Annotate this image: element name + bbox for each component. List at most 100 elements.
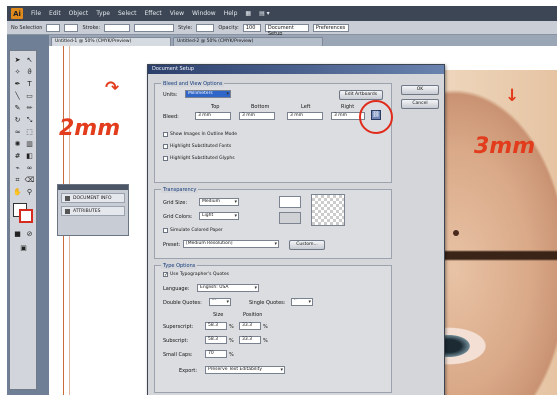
ok-button[interactable]: OK xyxy=(401,85,439,95)
menu-select[interactable]: Select xyxy=(118,10,137,17)
symbol-sprayer-tool-icon[interactable]: ✺ xyxy=(12,139,23,149)
panel-header[interactable] xyxy=(58,185,128,190)
panel-item-document-info[interactable]: DOCUMENT INFO xyxy=(61,193,125,203)
export-dropdown[interactable]: Preserve Text Editability xyxy=(205,366,285,374)
floating-panel: DOCUMENT INFO ATTRIBUTES xyxy=(57,184,129,236)
menu-edit[interactable]: Edit xyxy=(49,10,61,17)
stroke-swatch[interactable] xyxy=(64,23,79,32)
document-tab-bar: Untitled-1 @ 50% (CMYK/Preview) Untitled… xyxy=(49,35,557,46)
menu-file[interactable]: File xyxy=(31,10,41,17)
language-dropdown[interactable]: English: USA xyxy=(197,284,259,292)
workspace-switcher-icon[interactable]: ▤ ▾ xyxy=(259,10,270,17)
small-caps-field[interactable]: 70 xyxy=(205,350,227,358)
stroke-weight-field[interactable] xyxy=(104,23,131,32)
none-mode-icon[interactable]: ⊘ xyxy=(24,229,35,239)
control-bar: No Selection Stroke: Style: Opacity: 100… xyxy=(7,21,557,37)
grid-colors-dropdown[interactable]: Light xyxy=(199,212,239,220)
fill-swatch[interactable] xyxy=(46,23,61,32)
subscript-position-field[interactable]: 33.3 xyxy=(239,336,261,344)
screen-mode-icon[interactable]: ▣ xyxy=(18,243,29,253)
superscript-label: Superscript: xyxy=(163,324,194,330)
subscript-label: Subscript: xyxy=(163,338,189,344)
type-options-group: Type Options Use Typographer's Quotes La… xyxy=(154,263,392,393)
type-tool-icon[interactable]: T xyxy=(24,79,35,89)
menu-object[interactable]: Object xyxy=(69,10,89,17)
stroke-color-swatch[interactable] xyxy=(19,209,33,223)
grid-color-swatch-1[interactable] xyxy=(279,196,301,208)
typographers-quotes-checkbox[interactable]: Use Typographer's Quotes xyxy=(163,272,229,277)
line-tool-icon[interactable]: ╲ xyxy=(12,91,23,101)
hand-tool-icon[interactable]: ✋ xyxy=(12,187,23,197)
bleed-top-field[interactable]: 3 mm xyxy=(195,112,231,120)
menu-window[interactable]: Window xyxy=(192,10,216,17)
bleed-left-field[interactable]: 3 mm xyxy=(287,112,323,120)
grid-size-dropdown[interactable]: Medium xyxy=(199,198,239,206)
direct-selection-tool-icon[interactable]: ↖ xyxy=(24,55,35,65)
left-label: Left xyxy=(301,104,311,110)
menu-type[interactable]: Type xyxy=(96,10,110,17)
edit-artboards-button[interactable]: Edit Artboards xyxy=(339,90,383,100)
menu-help[interactable]: Help xyxy=(224,10,238,17)
eyedropper-tool-icon[interactable]: ⌁ xyxy=(12,163,23,173)
highlight-glyphs-checkbox[interactable]: Highlight Substituted Glyphs xyxy=(163,156,235,161)
gradient-tool-icon[interactable]: ◧ xyxy=(24,151,35,161)
annotation-arrow-left: ↷ xyxy=(105,78,120,98)
annotation-3mm: 3mm xyxy=(474,134,536,159)
double-quotes-dropdown[interactable]: “” xyxy=(209,298,231,306)
tab-untitled-2[interactable]: Untitled-2 @ 50% (CMYK/Preview) xyxy=(173,37,323,46)
free-transform-tool-icon[interactable]: ⬚ xyxy=(24,127,35,137)
bridge-icon[interactable]: ▦ xyxy=(245,10,251,17)
document-setup-button[interactable]: Document Setup xyxy=(264,23,309,37)
magic-wand-tool-icon[interactable]: ✧ xyxy=(12,67,23,77)
slice-tool-icon[interactable]: ⌗ xyxy=(12,175,23,185)
menu-effect[interactable]: Effect xyxy=(145,10,162,17)
eraser-tool-icon[interactable]: ⌫ xyxy=(24,175,35,185)
percent-label: % xyxy=(229,324,234,330)
scale-tool-icon[interactable]: ⤡ xyxy=(24,115,35,125)
superscript-size-field[interactable]: 58.3 xyxy=(205,322,227,330)
transparency-grid-preview xyxy=(311,194,345,226)
rectangle-tool-icon[interactable]: ▭ xyxy=(24,91,35,101)
panel-item-attributes[interactable]: ATTRIBUTES xyxy=(61,206,125,216)
menu-view[interactable]: View xyxy=(170,10,184,17)
show-images-outline-checkbox[interactable]: Show Images In Outline Mode xyxy=(163,132,237,137)
blend-tool-icon[interactable]: ∞ xyxy=(24,163,35,173)
opacity-field[interactable]: 100 xyxy=(242,23,261,32)
grid-color-swatch-2[interactable] xyxy=(279,212,301,224)
highlight-fonts-checkbox[interactable]: Highlight Substituted Fonts xyxy=(163,144,231,149)
mole-mark xyxy=(453,230,459,236)
preset-dropdown[interactable]: [Medium Resolution] xyxy=(183,240,279,248)
paintbrush-tool-icon[interactable]: ✎ xyxy=(12,103,23,113)
transparency-heading: Transparency xyxy=(161,187,199,193)
subscript-size-field[interactable]: 58.3 xyxy=(205,336,227,344)
single-quotes-label: Single Quotes: xyxy=(249,300,286,306)
pencil-tool-icon[interactable]: ✏ xyxy=(24,103,35,113)
warp-tool-icon[interactable]: ≈ xyxy=(12,127,23,137)
bleed-view-group: Bleed and View Options Units: Millimeter… xyxy=(154,81,393,183)
color-mode-icon[interactable]: ■ xyxy=(12,229,23,239)
superscript-position-field[interactable]: 33.3 xyxy=(239,322,261,330)
graph-tool-icon[interactable]: ▥ xyxy=(24,139,35,149)
zoom-tool-icon[interactable]: ⚲ xyxy=(24,187,35,197)
simulate-paper-checkbox[interactable]: Simulate Colored Paper xyxy=(163,228,223,233)
cancel-button[interactable]: Cancel xyxy=(401,99,439,109)
units-dropdown[interactable]: Millimeters xyxy=(185,90,231,98)
lasso-tool-icon[interactable]: ϑ xyxy=(24,67,35,77)
attributes-icon xyxy=(65,208,70,214)
pen-tool-icon[interactable]: ✒ xyxy=(12,79,23,89)
dialog-title: Document Setup xyxy=(148,65,444,74)
style-dropdown[interactable] xyxy=(196,23,215,32)
tab-untitled-1[interactable]: Untitled-1 @ 50% (CMYK/Preview) xyxy=(51,37,171,46)
language-label: Language: xyxy=(163,286,190,292)
rotate-tool-icon[interactable]: ↻ xyxy=(12,115,23,125)
grid-colors-label: Grid Colors: xyxy=(163,214,193,220)
tools-panel: ➤ ↖ ✧ ϑ ✒ T ╲ ▭ ✎ ✏ ↻ ⤡ ≈ ⬚ ✺ ▥ # ◧ ⌁ ∞ … xyxy=(9,50,37,390)
preferences-button[interactable]: Preferences xyxy=(312,23,349,32)
custom-button[interactable]: Custom... xyxy=(289,240,325,250)
brush-definition-dropdown[interactable] xyxy=(134,23,175,32)
bleed-view-heading: Bleed and View Options xyxy=(161,81,225,87)
bleed-bottom-field[interactable]: 3 mm xyxy=(239,112,275,120)
mesh-tool-icon[interactable]: # xyxy=(12,151,23,161)
single-quotes-dropdown[interactable]: ‘’ xyxy=(291,298,313,306)
selection-tool-icon[interactable]: ➤ xyxy=(12,55,23,65)
